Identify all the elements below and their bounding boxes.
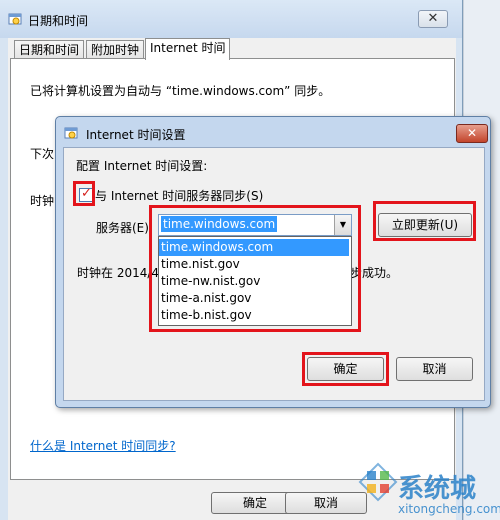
highlight-update-button: [373, 201, 476, 241]
dialog-title: Internet 时间设置: [86, 128, 186, 142]
config-label: 配置 Internet 时间设置:: [76, 159, 208, 173]
highlight-sync-checkbox: [73, 181, 95, 206]
clock-icon: [64, 127, 78, 139]
window-title: 日期和时间: [28, 14, 89, 28]
watermark-url: xitongcheng.com: [398, 502, 500, 516]
tab-date-time[interactable]: 日期和时间: [14, 40, 85, 59]
sync-status-text: 已将计算机设置为自动与 “time.windows.com” 同步。: [30, 84, 331, 98]
outer-cancel-button[interactable]: 取消: [285, 492, 367, 514]
window-close-button[interactable]: ✕: [418, 10, 448, 28]
clock-sync-text: 时钟: [30, 194, 55, 208]
highlight-server-dropdown: [149, 205, 361, 332]
watermark-logo-icon: [358, 462, 398, 502]
clock-icon: [8, 13, 22, 25]
highlight-ok-button: [302, 352, 389, 386]
server-label: 服务器(E):: [96, 221, 153, 235]
last-sync-text: 时钟在 2014/4: [77, 266, 160, 280]
dialog-cancel-button[interactable]: 取消: [396, 357, 473, 381]
sync-checkbox-label[interactable]: 与 Internet 时间服务器同步(S): [95, 187, 263, 204]
dialog-close-button[interactable]: ✕: [456, 124, 488, 143]
tab-additional-clocks[interactable]: 附加时钟: [86, 40, 145, 59]
next-sync-text: 下次: [30, 147, 55, 161]
watermark-title: 系统城: [398, 474, 477, 504]
internet-time-help-link[interactable]: 什么是 Internet 时间同步?: [30, 437, 176, 454]
tab-internet-time[interactable]: Internet 时间: [145, 38, 231, 60]
